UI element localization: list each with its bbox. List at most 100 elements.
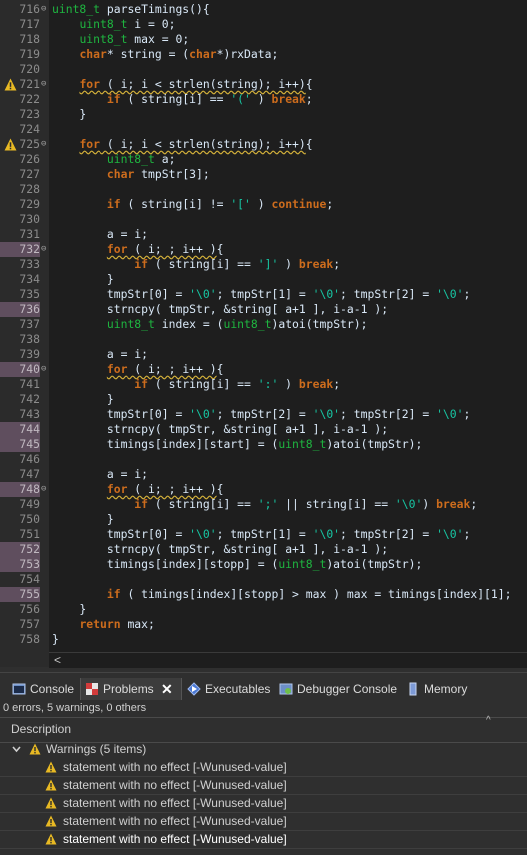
tab-problems[interactable]: Problems ✕ [80,678,182,700]
code-line[interactable]: 726 uint8_t a; [0,152,527,167]
code-text: if ( string[i] == ';' || string[i] == '\… [134,497,478,511]
code-text: if ( string[i] == ':' ) break; [134,377,341,391]
code-line[interactable]: 751 tmpStr[0] = '\0'; tmpStr[1] = '\0'; … [0,527,527,542]
code-line[interactable]: 729 if ( string[i] != '[' ) continue; [0,197,527,212]
code-line[interactable]: 749 if ( string[i] == ';' || string[i] =… [0,497,527,512]
code-text: timings[index][stopp] = (uint8_t)atoi(tm… [52,557,423,571]
code-line[interactable]: 727 char tmpStr[3]; [0,167,527,182]
code-line[interactable]: 748 ⊖ for ( i; ; i++ ){ [0,482,527,497]
code-line[interactable]: 740 ⊖ for ( i; ; i++ ){ [0,362,527,377]
code-line[interactable]: 719 char* string = (char*)rxData; [0,47,527,62]
close-icon[interactable]: ✕ [161,678,173,700]
code-line[interactable]: 753 timings[index][stopp] = (uint8_t)ato… [0,557,527,572]
line-number: 735 [19,287,40,301]
line-number: 753 [0,557,40,572]
code-line[interactable]: 739 a = i; [0,347,527,362]
tab-label: Problems [103,682,154,696]
warning-icon [45,761,57,773]
fold-icon[interactable]: ⊖ [41,80,47,89]
scroll-gutter [0,652,49,667]
code-text: uint8_t max = 0; [79,32,190,46]
code-line[interactable]: 722 if ( string[i] == '(' ) break; [0,92,527,107]
warning-item[interactable]: statement with no effect [-Wunused-value… [0,759,527,777]
code-text: for ( i; i < strlen(string); i++){ [79,137,313,151]
line-number: 724 [19,122,40,136]
code-line[interactable]: 735 tmpStr[0] = '\0'; tmpStr[1] = '\0'; … [0,287,527,302]
fold-icon[interactable]: ⊖ [41,365,47,374]
code-editor[interactable]: 716 ⊖ uint8_t parseTimings(){717 uint8_t i… [0,0,527,652]
line-number: 729 [19,197,40,211]
warning-item[interactable]: statement with no effect [-Wunused-value… [0,813,527,831]
code-text: for ( i; i < strlen(string); i++){ [79,77,313,91]
line-number: 750 [19,512,40,526]
code-line[interactable]: 745 timings[index][start] = (uint8_t)ato… [0,437,527,452]
code-line[interactable]: 734 } [0,272,527,287]
code-line[interactable]: 744 strncpy( tmpStr, &string[ a+1 ], i-a… [0,422,527,437]
warnings-group[interactable]: Warnings (5 items) [0,741,527,758]
code-line[interactable]: 758} [0,632,527,647]
fold-icon[interactable]: ⊖ [41,485,47,494]
code-line[interactable]: 742 } [0,392,527,407]
code-line[interactable]: 747 a = i; [0,467,527,482]
line-number: 739 [19,347,40,361]
line-number: 758 [19,632,40,646]
executables-icon [187,682,201,696]
code-text: strncpy( tmpStr, &string[ a+1 ], i-a-1 )… [106,302,389,316]
code-line[interactable]: 724 [0,122,527,137]
sort-indicator-icon: ^ [486,715,491,726]
fold-icon[interactable]: ⊖ [41,5,47,14]
line-number: 752 [0,542,40,557]
code-line[interactable]: 731 a = i; [0,227,527,242]
warning-item[interactable]: statement with no effect [-Wunused-value… [0,777,527,795]
code-line[interactable]: 754 [0,572,527,587]
code-text: char tmpStr[3]; [106,167,210,181]
code-line[interactable]: 732 ⊖ for ( i; ; i++ ){ [0,242,527,257]
code-line[interactable]: 728 [0,182,527,197]
tab-executables[interactable]: Executables [183,678,273,700]
code-line[interactable]: 757 return max; [0,617,527,632]
tab-console[interactable]: Console [8,678,78,700]
line-number: 728 [19,182,40,196]
code-text: if ( string[i] != '[' ) continue; [106,197,334,211]
code-line[interactable]: 730 [0,212,527,227]
code-line[interactable]: 755 if ( timings[index][stopp] > max ) m… [0,587,527,602]
code-line[interactable]: 752 strncpy( tmpStr, &string[ a+1 ], i-a… [0,542,527,557]
line-number: 746 [19,452,40,466]
line-number: 736 [0,302,40,317]
warning-icon [29,743,41,755]
code-line[interactable]: 716 ⊖ uint8_t parseTimings(){ [0,2,527,17]
code-line[interactable]: 738 [0,332,527,347]
tab-memory[interactable]: Memory [402,678,482,700]
line-number: 749 [19,497,40,511]
line-number: 741 [19,377,40,391]
code-line[interactable]: 746 [0,452,527,467]
scroll-left-arrow[interactable]: < [54,653,61,668]
line-number: 757 [19,617,40,631]
warning-message: statement with no effect [-Wunused-value… [63,832,287,846]
code-line[interactable]: 717 uint8_t i = 0; [0,17,527,32]
code-line[interactable]: 743 tmpStr[0] = '\0'; tmpStr[2] = '\0'; … [0,407,527,422]
code-line[interactable]: 750 } [0,512,527,527]
code-line[interactable]: 736 strncpy( tmpStr, &string[ a+1 ], i-a… [0,302,527,317]
code-line[interactable]: 723 } [0,107,527,122]
warning-item[interactable]: statement with no effect [-Wunused-value… [0,831,527,849]
code-line[interactable]: 718 uint8_t max = 0; [0,32,527,47]
code-text: tmpStr[0] = '\0'; tmpStr[1] = '\0'; tmpS… [52,527,471,541]
code-line[interactable]: 737 uint8_t index = (uint8_t)atoi(tmpStr… [0,317,527,332]
fold-icon[interactable]: ⊖ [41,140,47,149]
horizontal-scrollbar[interactable]: < [49,652,527,668]
column-description[interactable]: Description [11,722,71,736]
code-line[interactable]: 721 ⊖ for ( i; i < strlen(string); i++){ [0,77,527,92]
line-number: 730 [19,212,40,226]
column-header[interactable]: Description ^ [0,715,527,743]
chevron-down-icon[interactable] [12,746,21,753]
code-line[interactable]: 741 if ( string[i] == ':' ) break; [0,377,527,392]
code-line[interactable]: 733 if ( string[i] == ']' ) break; [0,257,527,272]
line-number: 723 [19,107,40,121]
code-line[interactable]: 725 ⊖ for ( i; i < strlen(string); i++){ [0,137,527,152]
code-line[interactable]: 756 } [0,602,527,617]
fold-icon[interactable]: ⊖ [41,245,47,254]
code-line[interactable]: 720 [0,62,527,77]
warning-item[interactable]: statement with no effect [-Wunused-value… [0,795,527,813]
tab-debugger-console[interactable]: Debugger Console [275,678,400,700]
